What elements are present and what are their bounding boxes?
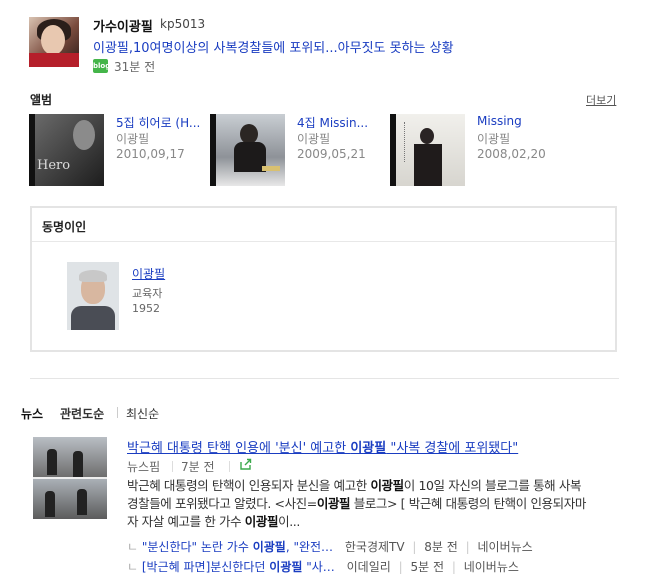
album-date-3: 2008,02,20 <box>477 147 546 161</box>
meta-separator <box>229 461 230 472</box>
namesake-box-header <box>32 208 615 242</box>
related-article-2-time: 5분 전 <box>410 560 445 574</box>
blog-post-time: 31분 전 <box>114 60 156 74</box>
tab-relevance[interactable]: 관련도순 <box>60 405 104 422</box>
blog-author-id: kp5013 <box>160 17 206 31</box>
album-cover-1[interactable]: Hero <box>29 114 104 186</box>
namesake-section-title: 동명이인 <box>42 220 87 234</box>
blog-post-title[interactable]: 이광필,10여명이상의 사복경찰들에 포위되...아무짓도 못하는 상황 <box>93 37 454 56</box>
news-source[interactable]: 뉴스핌 <box>127 458 160 475</box>
album-artist-3: 이광필 <box>477 132 511 146</box>
related-article-1-time: 8분 전 <box>424 540 458 554</box>
share-icon[interactable] <box>240 458 252 470</box>
related-article-1-title[interactable]: "분신한다" 논란 가수 이광필, "완전… <box>142 540 333 554</box>
namesake-person-year: 1952 <box>132 302 160 315</box>
namesake-person-photo[interactable] <box>67 262 119 330</box>
related-article-2-title[interactable]: [박근혜 파면]분신한다던 이광필 "사… <box>142 560 335 574</box>
album-cover-2[interactable] <box>210 114 285 186</box>
blog-badge-icon: blog <box>93 59 110 73</box>
album-artist-2: 이광필 <box>297 132 331 146</box>
album-cover-3[interactable] <box>390 114 465 186</box>
news-thumbnail[interactable] <box>33 437 107 519</box>
meta-separator <box>172 461 173 472</box>
news-section-title: 뉴스 <box>21 407 44 421</box>
news-time: 7분 전 <box>181 460 215 474</box>
related-article-2-source[interactable]: 이데일리 <box>347 560 391 574</box>
namesake-person-job: 교육자 <box>132 287 163 300</box>
album-title-2[interactable]: 4집 Missin... <box>297 114 368 131</box>
section-divider <box>30 378 619 379</box>
album-title-1[interactable]: 5집 히어로 (H... <box>116 114 200 131</box>
album-more-link[interactable]: 더보기 <box>586 92 616 108</box>
album-section-title: 앨범 <box>30 93 53 107</box>
album-cover-1-text: Hero <box>37 158 71 173</box>
album-artist-1: 이광필 <box>116 132 150 146</box>
namesake-person-name[interactable]: 이광필 <box>132 265 165 282</box>
tab-latest[interactable]: 최신순 <box>126 405 159 422</box>
related-article-2: ㄴ [박근혜 파면]분신한다던 이광필 "사… 이데일리 | 5분 전 | 네이… <box>127 560 519 574</box>
blog-author-thumbnail[interactable] <box>29 17 79 67</box>
related-article-1-source[interactable]: 한국경제TV <box>345 540 405 554</box>
album-title-3[interactable]: Missing <box>477 114 522 128</box>
related-article-1-portal[interactable]: 네이버뉴스 <box>478 540 533 554</box>
news-article-title[interactable]: 박근혜 대통령 탄핵 인용에 '분신' 예고한 이광필 "사복 경찰에 포위됐다… <box>127 437 518 456</box>
news-article-summary: 박근혜 대통령의 탄핵이 인용되자 분신을 예고한 이광필이 10일 자신의 블… <box>127 478 586 529</box>
related-article-2-portal[interactable]: 네이버뉴스 <box>464 560 519 574</box>
album-date-2: 2009,05,21 <box>297 147 366 161</box>
related-article-1: ㄴ "분신한다" 논란 가수 이광필, "완전… 한국경제TV | 8분 전 |… <box>127 540 533 554</box>
album-date-1: 2010,09,17 <box>116 147 185 161</box>
tab-separator <box>117 407 118 418</box>
blog-author-name[interactable]: 가수이광필 <box>93 16 153 35</box>
